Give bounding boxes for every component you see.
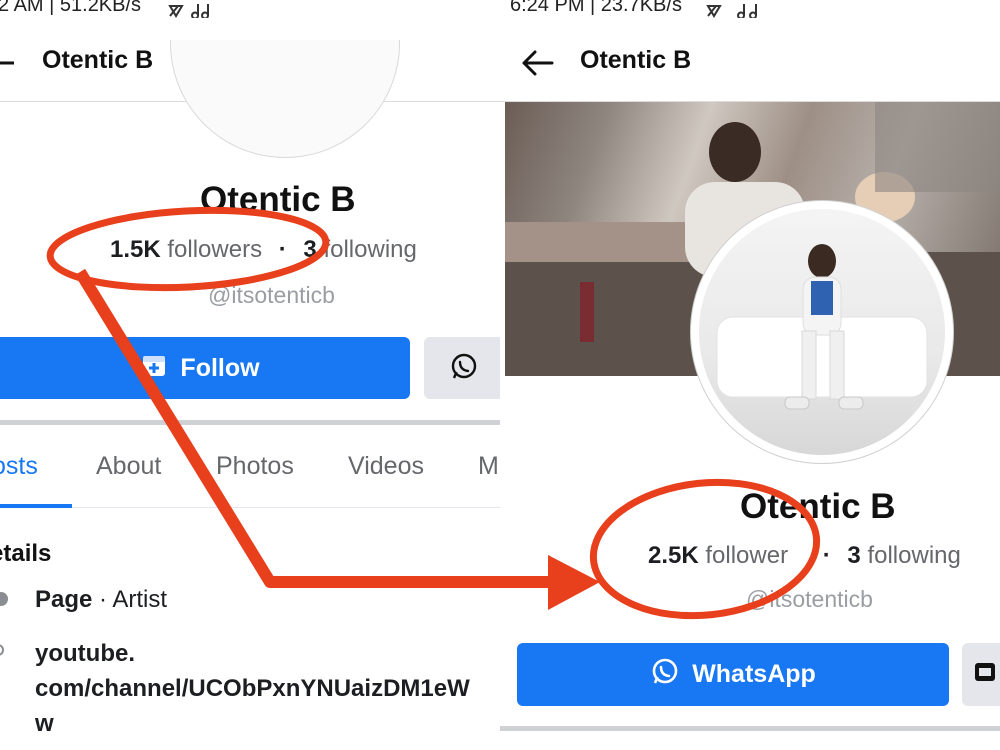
whatsapp-button[interactable]: WhatsApp — [517, 643, 949, 706]
messenger-button[interactable] — [962, 643, 1000, 706]
header-bar: Otentic B — [500, 22, 1000, 102]
followers-count: 1.5K — [110, 236, 161, 263]
page-icon — [0, 592, 8, 606]
tab-photos[interactable]: Photos — [216, 452, 294, 481]
tab-posts[interactable]: osts — [0, 452, 38, 481]
category-rest: · Artist — [99, 586, 168, 613]
link-line-2[interactable]: com/channel/UCObPxnYNUaizDM1eW — [35, 671, 470, 706]
tab-more[interactable]: M — [478, 452, 499, 481]
stats-separator: · — [278, 236, 287, 263]
header-title: Otentic B — [580, 46, 692, 74]
stats-separator: · — [822, 542, 831, 569]
avatar-artwork — [716, 244, 928, 410]
section-divider — [500, 726, 1000, 731]
link-line-1[interactable]: youtube. — [35, 636, 470, 671]
section-divider — [0, 420, 500, 425]
status-text: 2 AM | 51.2KB/s — [0, 0, 142, 16]
avatar[interactable] — [690, 200, 954, 464]
avatar[interactable] — [170, 40, 400, 158]
whatsapp-icon — [650, 656, 680, 693]
follow-icon — [140, 351, 168, 386]
following-label[interactable]: following — [867, 542, 960, 569]
follow-button[interactable]: Follow — [0, 337, 410, 399]
link-line-3[interactable]: w — [35, 706, 470, 741]
status-text: 6:24 PM | 23.7KB/s — [510, 0, 682, 16]
following-count[interactable]: 3 — [303, 236, 316, 263]
followers-count: 2.5K — [648, 542, 699, 569]
profile-stats: 2.5K follower · 3 following — [648, 542, 961, 570]
detail-category: Page · Artist — [35, 586, 167, 614]
status-bar: 6:24 PM | 23.7KB/s — [500, 0, 1000, 22]
header-title: Otentic B — [42, 46, 154, 74]
mute-icon — [168, 2, 220, 20]
avatar-photo — [699, 209, 945, 455]
messenger-icon — [973, 659, 997, 690]
profile-handle: @itsotenticb — [746, 586, 873, 612]
details-heading: etails — [0, 540, 52, 567]
profile-name: Otentic B — [740, 487, 896, 526]
profile-name: Otentic B — [200, 180, 356, 219]
follow-label: Follow — [180, 353, 260, 382]
profile-tabs: osts About Photos Videos M — [0, 440, 500, 508]
followers-label: followers — [167, 236, 263, 263]
mute-icon — [706, 2, 766, 20]
whatsapp-icon — [449, 351, 479, 386]
detail-link[interactable]: youtube. com/channel/UCObPxnYNUaizDM1eW … — [35, 636, 470, 741]
back-arrow-icon[interactable] — [520, 48, 554, 84]
tab-active-indicator — [0, 504, 72, 508]
following-count[interactable]: 3 — [847, 542, 860, 569]
whatsapp-button[interactable] — [424, 337, 500, 399]
profile-handle: @itsotenticb — [208, 282, 335, 308]
profile-stats: 1.5K followers · 3 following — [110, 236, 417, 264]
right-screenshot: 6:24 PM | 23.7KB/s Otentic B Otentic B 2… — [500, 0, 1000, 750]
status-bar: 2 AM | 51.2KB/s — [0, 0, 500, 22]
tab-about[interactable]: About — [96, 452, 161, 481]
tab-videos[interactable]: Videos — [348, 452, 424, 481]
link-icon — [0, 642, 8, 663]
whatsapp-label: WhatsApp — [692, 660, 816, 688]
category-strong: Page — [35, 586, 93, 613]
following-label[interactable]: following — [323, 236, 416, 263]
followers-label: follower — [705, 542, 789, 569]
left-screenshot: 2 AM | 51.2KB/s Otentic B Otentic B 1.5K… — [0, 0, 500, 750]
back-arrow-icon[interactable] — [0, 48, 16, 84]
